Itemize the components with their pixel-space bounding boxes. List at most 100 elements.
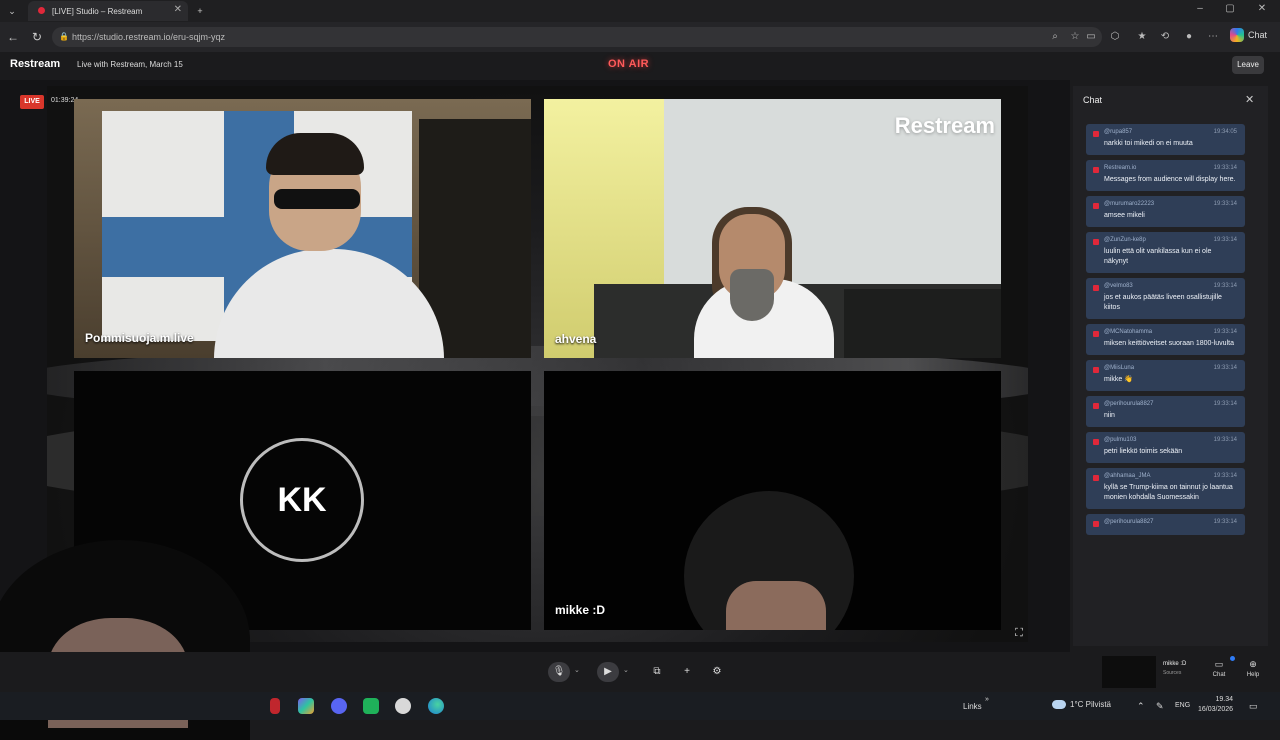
chat-message: @perihourula8827 19:33:14 niin <box>1086 396 1245 427</box>
event-title[interactable]: Live with Restream, March 15 <box>77 60 183 69</box>
chat-button-label: Chat <box>1212 672 1226 678</box>
studio-toolbar: 🎙 ⌄ ▶ ⌄ ⧉ + ⚙ <box>0 652 1280 692</box>
participant-tile-4[interactable]: mikke :D <box>544 371 1001 630</box>
chat-message-text: miksen keittiöveitset suoraan 1800-luvul… <box>1104 340 1234 347</box>
chat-message: @ZunZun-ke8p 19:33:14 luulin että olit van… <box>1086 232 1245 273</box>
help-button-label: Help <box>1246 672 1260 678</box>
chat-message: @ahhamaa_JMA 19:33:14 kyllä se Trump-kiima… <box>1086 468 1245 509</box>
participant-tile-2[interactable]: Restream ahvena <box>544 99 1001 358</box>
chat-message-time: 19:33:14 <box>1213 365 1237 371</box>
chat-message: @MCNatohamma 19:33:14 miksen keittiöveitse… <box>1086 324 1245 355</box>
chat-toggle-button[interactable]: ▭ Chat <box>1206 659 1232 678</box>
toolbar-expand-icon[interactable]: » <box>985 696 989 703</box>
language-indicator[interactable]: ENG <box>1175 702 1190 709</box>
reader-icon[interactable]: ▭ <box>1084 31 1098 42</box>
profile-avatar-icon[interactable]: ● <box>1182 31 1196 42</box>
new-tab-icon[interactable]: + <box>192 3 208 19</box>
zoom-icon[interactable]: ⌕ <box>1048 31 1062 42</box>
extensions-icon[interactable]: ⬡ <box>1108 31 1122 42</box>
favorites-bar-icon[interactable]: ★ <box>1135 31 1149 42</box>
chat-message-time: 19:33:14 <box>1213 201 1237 207</box>
app-icon[interactable] <box>395 698 411 714</box>
camera-options-chevron-icon[interactable]: ⌄ <box>623 666 629 674</box>
participant-name: mikke :D <box>555 603 606 617</box>
mic-options-chevron-icon[interactable]: ⌄ <box>574 666 580 674</box>
add-icon[interactable]: + <box>676 662 698 682</box>
participant-hair <box>266 133 364 175</box>
discord-icon[interactable] <box>331 698 347 714</box>
chat-message: @MiisLuna 19:33:14 mikke 👋 <box>1086 360 1245 391</box>
youtube-source-icon <box>1093 285 1099 291</box>
local-preview-thumbnail[interactable] <box>1102 656 1156 688</box>
fullscreen-icon[interactable]: ⛶ <box>1013 627 1025 639</box>
history-icon[interactable]: ⟲ <box>1158 31 1172 42</box>
close-chat-icon[interactable]: ✕ <box>1245 93 1254 106</box>
chat-panel: Chat ✕ @rupa857 19:34:05 narkki toi mikedi… <box>1073 86 1268 646</box>
weather-widget[interactable]: 1°C Pilvistä <box>1052 700 1111 709</box>
chat-message-text: niin <box>1104 412 1115 419</box>
links-toolbar[interactable]: Links <box>963 702 982 711</box>
taskbar-app-icon[interactable] <box>270 698 280 714</box>
minimize-icon[interactable]: – <box>1190 3 1210 14</box>
maximize-icon[interactable]: ▢ <box>1220 3 1240 14</box>
refresh-icon[interactable]: ↻ <box>28 28 46 46</box>
tab-list-icon[interactable]: ⌄ <box>4 3 20 19</box>
edge-browser-icon[interactable] <box>428 698 444 714</box>
url-text: https://studio.restream.io/eru-sqjm-yqz <box>72 32 226 42</box>
favorite-icon[interactable]: ☆ <box>1068 31 1082 42</box>
youtube-source-icon <box>1093 439 1099 445</box>
sunglasses <box>274 189 360 209</box>
participant-face <box>726 581 826 630</box>
chat-message: @pulmu103 19:33:14 petri liekkö toimis sek… <box>1086 432 1245 463</box>
copilot-chat-label: Chat <box>1248 30 1268 40</box>
youtube-source-icon <box>1093 331 1099 337</box>
chat-icon: ▭ <box>1214 659 1224 669</box>
chat-message-time: 19:34:05 <box>1213 129 1237 135</box>
browser-tab-studio[interactable]: [LIVE] Studio – Restream ✕ <box>28 1 188 21</box>
help-button[interactable]: ⊕ Help <box>1240 659 1266 678</box>
screen-share-icon[interactable]: ⧉ <box>646 662 668 682</box>
brand-logo[interactable]: Restream <box>10 58 60 70</box>
youtube-source-icon <box>1093 403 1099 409</box>
copilot-app-icon[interactable] <box>298 698 314 714</box>
chat-message-text: amsee mikeli <box>1104 212 1145 219</box>
chat-message: @perihourula8827 19:33:14 <box>1086 514 1245 535</box>
notification-dot <box>1230 656 1235 661</box>
settings-gear-icon[interactable]: ⚙ <box>706 662 728 682</box>
tray-overflow-icon[interactable]: ⌃ <box>1137 701 1145 712</box>
more-menu-icon[interactable]: ⋯ <box>1206 31 1220 42</box>
chat-message: Restream.io 19:33:14 Messages from audienc… <box>1086 160 1245 191</box>
leave-button[interactable]: Leave <box>1232 56 1264 74</box>
copilot-chat-button[interactable]: Chat <box>1230 28 1267 42</box>
window-close-icon[interactable]: ✕ <box>1252 3 1272 14</box>
chat-message-text: Messages from audience will display here… <box>1104 176 1236 183</box>
youtube-source-icon <box>1093 367 1099 373</box>
clock-time: 19.34 <box>1215 696 1234 703</box>
chat-message-time: 19:33:14 <box>1213 473 1237 479</box>
chat-title: Chat <box>1083 95 1103 105</box>
youtube-source-icon <box>1093 475 1099 481</box>
pen-icon[interactable]: ✎ <box>1156 701 1164 712</box>
youtube-source-icon <box>1093 167 1099 173</box>
chat-app-icon[interactable] <box>363 698 379 714</box>
preview-name: mikke :D <box>1163 661 1187 667</box>
back-icon[interactable]: ← <box>4 28 22 46</box>
lock-icon: 🔒 <box>59 32 69 41</box>
close-tab-icon[interactable]: ✕ <box>174 4 182 15</box>
system-clock[interactable]: 19.34 16/03/2026 <box>1198 695 1233 715</box>
microphone-icon[interactable]: 🎙 <box>548 662 570 682</box>
studio-header: Restream Live with Restream, March 15 ON… <box>0 52 1280 80</box>
chat-message-time: 19:33:14 <box>1213 401 1237 407</box>
chat-message-time: 19:33:14 <box>1213 165 1237 171</box>
chat-message-text: mikke 👋 <box>1104 376 1133 383</box>
notifications-icon[interactable]: ▭ <box>1249 701 1258 712</box>
camera-icon[interactable]: ▶ <box>597 662 619 682</box>
chat-message-time: 19:33:14 <box>1213 237 1237 243</box>
url-field[interactable]: 🔒 https://studio.restream.io/eru-sqjm-yq… <box>52 27 1102 47</box>
participant-tile-1[interactable]: Pommisuoja.m.live <box>74 99 531 358</box>
participant-beard <box>730 269 774 321</box>
youtube-source-icon <box>1093 131 1099 137</box>
chat-message-list[interactable]: @rupa857 19:34:05 narkki toi mikedi on ei … <box>1086 124 1246 636</box>
chat-message-text: narkki toi mikedi on ei muuta <box>1104 140 1193 147</box>
chat-message: @murumaro22223 19:33:14 amsee mikeli <box>1086 196 1245 227</box>
